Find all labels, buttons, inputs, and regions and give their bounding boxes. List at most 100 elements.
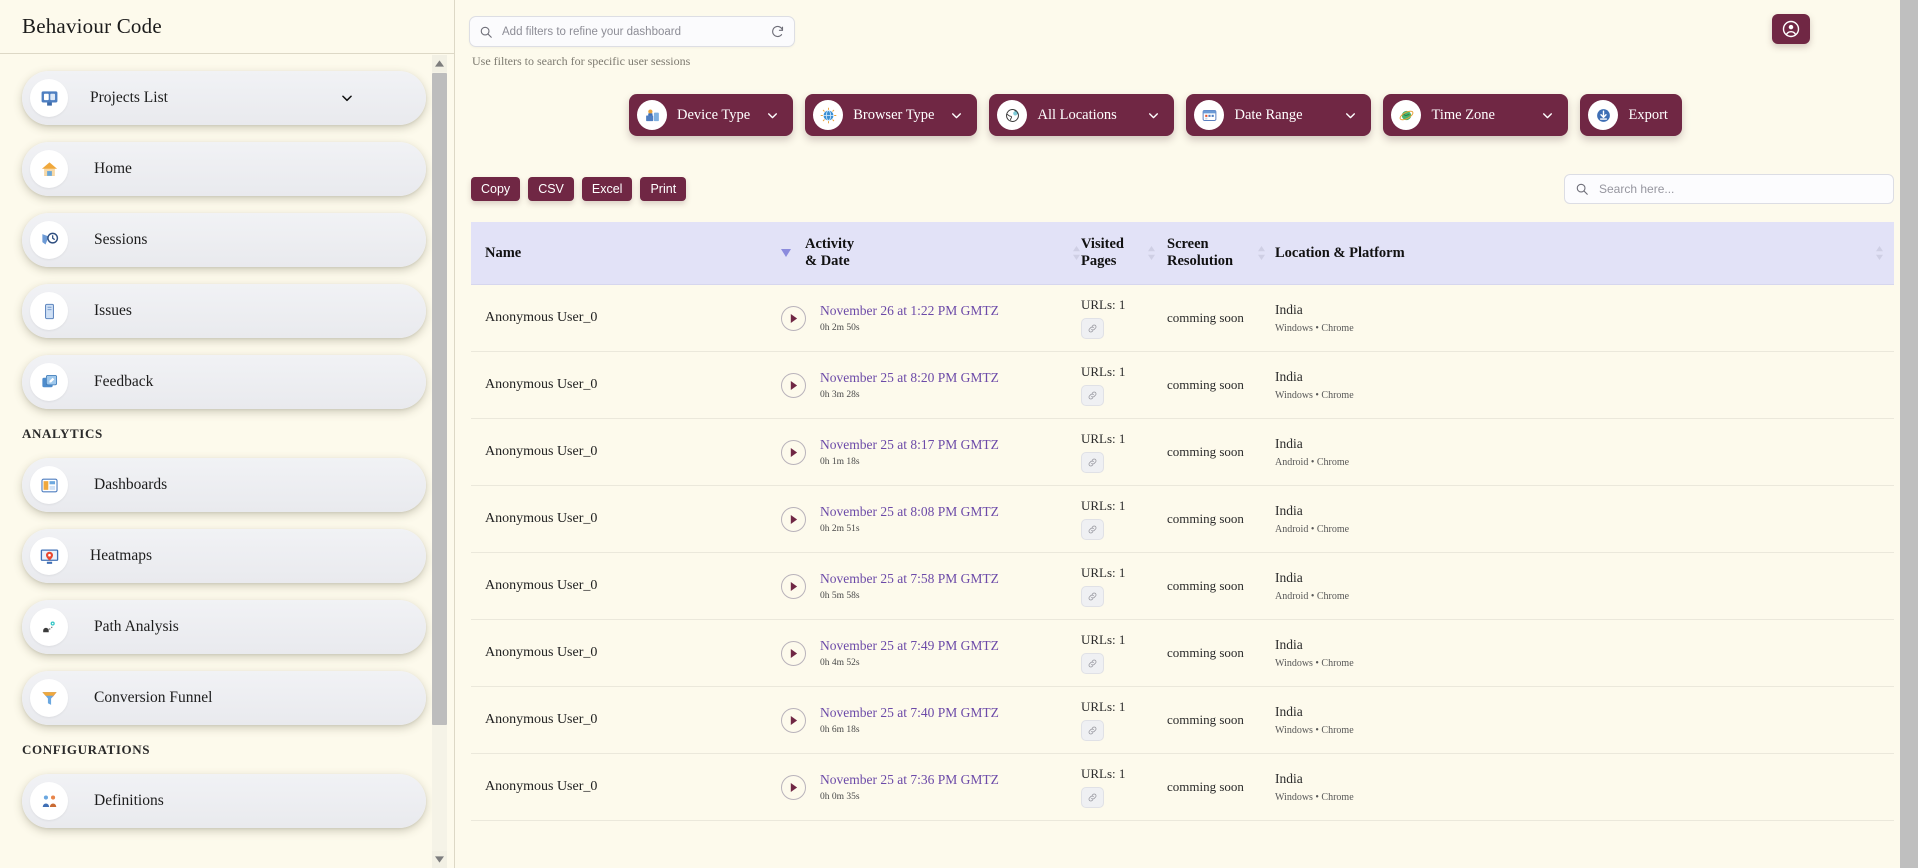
link-icon[interactable] — [1081, 787, 1104, 808]
app-root: Behaviour Code Projects List Home Sessio… — [0, 0, 1918, 868]
sidebar-item-projects-list[interactable]: Projects List — [22, 71, 426, 125]
column-header-screen-resolution[interactable]: Screen Resolution — [1167, 222, 1275, 285]
cell-activity-date: November 25 at 7:36 PM GMTZ 0h 0m 35s — [781, 753, 1081, 821]
sidebar-item-label: Issues — [94, 302, 132, 319]
link-icon[interactable] — [1081, 653, 1104, 674]
table-row[interactable]: Anonymous User_0 November 25 at 8:08 PM G… — [471, 485, 1894, 553]
link-icon[interactable] — [1081, 720, 1104, 741]
filter-input[interactable] — [502, 25, 770, 38]
brand-bar: Behaviour Code — [0, 0, 454, 54]
table-search-input[interactable] — [1599, 182, 1883, 196]
column-header-location-platform[interactable]: Location & Platform — [1275, 222, 1894, 285]
dashboards-icon — [30, 466, 68, 504]
cell-activity-date: November 25 at 7:58 PM GMTZ 0h 5m 58s — [781, 552, 1081, 620]
location-country: India — [1275, 302, 1303, 317]
browser-type-icon — [813, 100, 844, 130]
sort-icon[interactable] — [1875, 246, 1884, 260]
play-session-button[interactable] — [781, 372, 806, 398]
excel-button[interactable]: Excel — [581, 177, 633, 201]
session-date[interactable]: November 25 at 8:20 PM GMTZ — [820, 370, 999, 387]
session-date[interactable]: November 25 at 8:08 PM GMTZ — [820, 504, 999, 521]
filter-label: Date Range — [1234, 106, 1303, 123]
sort-icon[interactable] — [1147, 246, 1156, 260]
session-date[interactable]: November 26 at 1:22 PM GMTZ — [820, 303, 999, 320]
table-row[interactable]: Anonymous User_0 November 26 at 1:22 PM G… — [471, 284, 1894, 352]
cell-activity-date: November 26 at 1:22 PM GMTZ 0h 2m 50s — [781, 284, 1081, 352]
cell-activity-date: November 25 at 8:17 PM GMTZ 0h 1m 18s — [781, 418, 1081, 486]
sessions-table-wrap: Name Activity & Date Visited Pages Scree… — [471, 222, 1894, 821]
sessions-icon — [30, 221, 68, 259]
link-icon[interactable] — [1081, 385, 1104, 406]
main-content: Use filters to search for specific user … — [455, 0, 1918, 868]
cell-location-platform: India Windows • Chrome — [1275, 351, 1894, 419]
table-row[interactable]: Anonymous User_0 November 25 at 8:20 PM G… — [471, 351, 1894, 419]
sidebar-item-home[interactable]: Home — [22, 142, 426, 196]
refresh-icon[interactable] — [770, 24, 785, 39]
play-session-button[interactable] — [781, 439, 806, 465]
session-date[interactable]: November 25 at 8:17 PM GMTZ — [820, 437, 999, 454]
table-body: Anonymous User_0 November 26 at 1:22 PM G… — [471, 284, 1894, 821]
scroll-up-icon[interactable] — [432, 55, 447, 72]
user-account-button[interactable] — [1772, 14, 1810, 44]
sort-desc-icon[interactable] — [781, 249, 791, 257]
copy-button[interactable]: Copy — [471, 177, 521, 201]
table-row[interactable]: Anonymous User_0 November 25 at 7:36 PM G… — [471, 753, 1894, 821]
table-row[interactable]: Anonymous User_0 November 25 at 7:58 PM G… — [471, 552, 1894, 620]
sidebar-item-conversion-funnel[interactable]: Conversion Funnel — [22, 671, 426, 725]
table-row[interactable]: Anonymous User_0 November 25 at 7:40 PM G… — [471, 686, 1894, 754]
filter-export-button[interactable]: Export — [1580, 94, 1682, 136]
session-date[interactable]: November 25 at 7:36 PM GMTZ — [820, 772, 999, 789]
sidebar-scrollbar-thumb[interactable] — [432, 73, 447, 725]
csv-button[interactable]: CSV — [528, 177, 574, 201]
chevron-down-icon — [952, 112, 962, 118]
cell-name: Anonymous User_0 — [471, 485, 781, 553]
top-bar: Use filters to search for specific user … — [455, 0, 1918, 70]
play-session-button[interactable] — [781, 573, 806, 599]
play-session-button[interactable] — [781, 506, 806, 532]
filter-all-locations[interactable]: All Locations — [989, 94, 1175, 136]
play-session-button[interactable] — [781, 640, 806, 666]
link-icon[interactable] — [1081, 519, 1104, 540]
sidebar-item-definitions[interactable]: Definitions — [22, 774, 426, 828]
filter-browser-type[interactable]: Browser Type — [805, 94, 978, 136]
sidebar-item-issues[interactable]: Issues — [22, 284, 426, 338]
sidebar-scrollbar[interactable] — [432, 55, 447, 868]
session-date[interactable]: November 25 at 7:49 PM GMTZ — [820, 638, 999, 655]
dashboard-filter-search[interactable] — [469, 16, 795, 47]
main-scrollbar-thumb[interactable] — [1900, 0, 1918, 868]
filter-date-range[interactable]: Date Range — [1186, 94, 1372, 136]
filter-device-type[interactable]: Device Type — [629, 94, 794, 136]
play-session-button[interactable] — [781, 774, 806, 800]
sidebar-item-sessions[interactable]: Sessions — [22, 213, 426, 267]
scroll-down-icon[interactable] — [432, 851, 447, 868]
table-search-box[interactable] — [1564, 174, 1894, 204]
link-icon[interactable] — [1081, 318, 1104, 339]
filter-time-zone[interactable]: Time Zone — [1383, 94, 1569, 136]
chevron-down-icon — [768, 112, 778, 118]
link-icon[interactable] — [1081, 452, 1104, 473]
sidebar-item-heatmaps[interactable]: Heatmaps — [22, 529, 426, 583]
column-header-activity-date[interactable]: Activity & Date — [781, 222, 1081, 285]
cell-screen-resolution: comming soon — [1167, 552, 1275, 620]
sort-icon[interactable] — [1072, 246, 1081, 260]
print-button[interactable]: Print — [640, 177, 687, 201]
projects-list-icon — [30, 79, 68, 117]
sidebar-item-path-analysis[interactable]: Path Analysis — [22, 600, 426, 654]
play-session-button[interactable] — [781, 707, 806, 733]
session-date[interactable]: November 25 at 7:58 PM GMTZ — [820, 571, 999, 588]
sidebar-item-label: Heatmaps — [90, 547, 152, 564]
main-scrollbar[interactable] — [1900, 0, 1918, 868]
play-session-button[interactable] — [781, 305, 806, 331]
chevron-down-icon[interactable] — [340, 91, 354, 105]
column-header-visited-pages[interactable]: Visited Pages — [1081, 222, 1167, 285]
sort-icon[interactable] — [1257, 246, 1266, 260]
link-icon[interactable] — [1081, 586, 1104, 607]
column-header-name[interactable]: Name — [471, 222, 790, 285]
session-date[interactable]: November 25 at 7:40 PM GMTZ — [820, 705, 999, 722]
table-row[interactable]: Anonymous User_0 November 25 at 7:49 PM G… — [471, 619, 1894, 687]
location-platform: Android • Chrome — [1275, 591, 1350, 602]
sidebar-item-feedback[interactable]: Feedback — [22, 355, 426, 409]
table-row[interactable]: Anonymous User_0 November 25 at 8:17 PM G… — [471, 418, 1894, 486]
sidebar-item-dashboards[interactable]: Dashboards — [22, 458, 426, 512]
visited-pages-count: URLs: 1 — [1081, 565, 1126, 580]
